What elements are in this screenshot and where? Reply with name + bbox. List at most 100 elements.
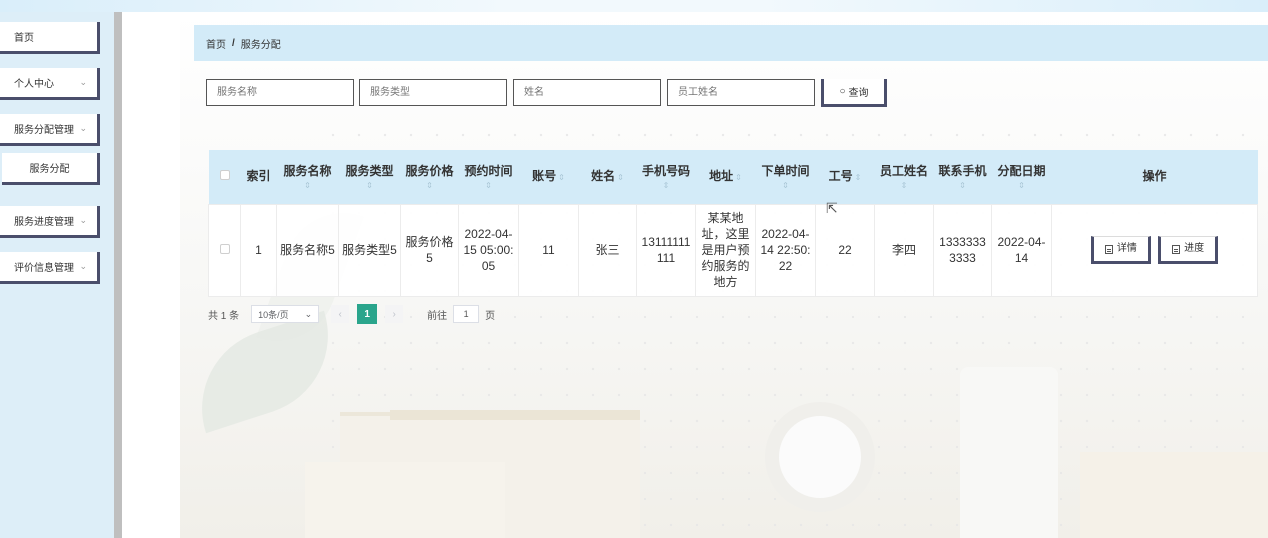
cell-service-type: 服务类型5	[338, 203, 401, 297]
breadcrumb-home[interactable]: 首页	[206, 36, 226, 51]
header-cell[interactable]: 工号 ⇕	[815, 150, 875, 204]
header-cell[interactable]: 员工姓名 ⇕	[874, 150, 934, 204]
sort-icon: ⇕	[959, 180, 966, 190]
mouse-cursor-icon: ⇱	[826, 200, 838, 216]
sort-icon: ⇕	[782, 180, 789, 190]
row-select[interactable]	[208, 203, 241, 297]
sidebar-gap	[122, 12, 180, 538]
header-cell: 操作	[1051, 150, 1258, 204]
cell-address: 某某地址，这里是用户预约服务的地方	[695, 203, 756, 297]
sidebar-item-service-assign[interactable]: 服务分配	[2, 153, 100, 185]
service-type-input[interactable]	[359, 79, 507, 106]
header-cell[interactable]: 服务名称 ⇕	[276, 150, 339, 204]
detail-button[interactable]: 详情	[1090, 236, 1151, 264]
header-cell: 索引	[240, 150, 277, 204]
sidebar-item-personal-center[interactable]: 个人中心 ⌄	[0, 68, 100, 100]
chevron-down-icon: ⌄	[304, 308, 313, 319]
sort-icon: ⇕	[304, 180, 311, 190]
sort-icon: ⇕	[900, 180, 908, 190]
chevron-right-icon: ›	[392, 308, 396, 320]
background-cylinder	[960, 367, 1058, 538]
checkbox[interactable]	[219, 170, 230, 181]
pager-total: 共 1 条	[208, 310, 240, 322]
header-cell[interactable]: 分配日期 ⇕	[991, 150, 1052, 204]
sidebar: 首页 个人中心 ⌄ 服务分配管理 ⌄ 服务分配 服务进度管理 ⌄ 评价信息管理 …	[0, 12, 114, 538]
sort-icon: ⇕	[366, 180, 373, 190]
header-cell[interactable]: 账号 ⇕	[518, 150, 579, 204]
sort-icon: ⇕	[1018, 180, 1025, 190]
pager-goto-prefix: 前往	[427, 310, 448, 322]
header-select-all[interactable]	[208, 150, 241, 204]
sort-icon: ⇕	[854, 172, 862, 182]
header-cell[interactable]: 服务类型 ⇕	[338, 150, 401, 204]
main-content: 首页 / 服务分配 ○ 查询 索引 服务名称⇕ 服务类型⇕ 服务价格⇕ 预	[180, 12, 1268, 538]
sidebar-item-service-progress-mgmt[interactable]: 服务进度管理 ⌄	[0, 206, 100, 238]
cell-assign-date: 2022-04-14	[991, 203, 1052, 297]
cell-service-price: 服务价格5	[400, 203, 459, 297]
sidebar-item-label: 个人中心	[14, 79, 54, 90]
name-input[interactable]	[513, 79, 661, 106]
staff-name-input[interactable]	[667, 79, 815, 106]
data-table: 索引 服务名称 ⇕ 服务类型 ⇕ 服务价格 ⇕ 预约时间 ⇕ 账号 ⇕ 姓名 ⇕ 手机号码 ⇕…	[208, 150, 1258, 297]
sidebar-item-label: 评价信息管理	[14, 263, 74, 274]
sidebar-item-label: 服务分配管理	[14, 125, 74, 136]
sort-icon: ⇕	[426, 180, 433, 190]
cell-account: 11	[518, 203, 579, 297]
sort-icon: ⇕	[735, 172, 742, 182]
next-page-button[interactable]: ›	[385, 305, 404, 323]
pager-goto-suffix: 页	[485, 310, 496, 322]
header-cell[interactable]: 下单时间 ⇕	[755, 150, 816, 204]
chevron-down-icon: ⌄	[79, 261, 87, 271]
breadcrumb-current: 服务分配	[240, 39, 281, 51]
table-header-row: 索引 服务名称 ⇕ 服务类型 ⇕ 服务价格 ⇕ 预约时间 ⇕ 账号 ⇕ 姓名 ⇕ 手机号码 ⇕…	[208, 150, 1258, 204]
chevron-down-icon: ⌄	[79, 215, 87, 225]
document-icon	[1104, 244, 1113, 254]
cell-staff-name: 李四	[874, 203, 934, 297]
sidebar-item-label: 首页	[14, 33, 34, 44]
cell-index: 1	[240, 203, 277, 297]
search-icon: ○	[839, 86, 846, 97]
query-button[interactable]: ○ 查询	[821, 79, 887, 107]
sidebar-item-home[interactable]: 首页	[0, 22, 100, 54]
service-name-input[interactable]	[206, 79, 354, 106]
chevron-left-icon: ‹	[338, 308, 342, 320]
pager-goto-input[interactable]: 1	[453, 305, 480, 323]
sidebar-item-label: 服务进度管理	[14, 217, 74, 228]
checkbox[interactable]	[219, 244, 230, 254]
cell-order-time: 2022-04-14 22:50:22	[755, 203, 816, 297]
table-row: 1 服务名称5 服务类型5 服务价格5 2022-04-15 05:00:05 …	[208, 203, 1258, 297]
sidebar-item-service-assign-mgmt[interactable]: 服务分配管理 ⌄	[0, 114, 100, 146]
cell-staff-no: 22	[815, 203, 875, 297]
sort-icon: ⇕	[662, 180, 670, 190]
page-number-current[interactable]: 1	[357, 304, 378, 324]
cell-name: 张三	[578, 203, 637, 297]
chevron-down-icon: ⌄	[79, 123, 87, 133]
header-cell[interactable]: 姓名 ⇕	[578, 150, 637, 204]
pagination: 共 1 条 10条/页 ⌄ ‹ 1 › 前往 1 页	[208, 304, 496, 324]
header-cell[interactable]: 预约时间 ⇕	[458, 150, 519, 204]
top-banner	[0, 0, 1268, 12]
prev-page-button[interactable]: ‹	[331, 305, 350, 323]
sort-icon: ⇕	[558, 172, 565, 182]
sort-icon: ⇕	[617, 172, 624, 182]
header-cell[interactable]: 服务价格 ⇕	[400, 150, 459, 204]
cell-actions: 详情 进度	[1051, 203, 1258, 297]
document-icon	[1172, 244, 1181, 254]
background-box	[1080, 452, 1268, 538]
progress-button[interactable]: 进度	[1158, 236, 1219, 264]
cell-service-name: 服务名称5	[276, 203, 339, 297]
cell-contact-phone: 13333333333	[933, 203, 992, 297]
cell-phone: 13111111111	[636, 203, 696, 297]
query-button-label: 查询	[848, 88, 869, 99]
sort-icon: ⇕	[485, 180, 492, 190]
sidebar-item-review-mgmt[interactable]: 评价信息管理 ⌄	[0, 252, 100, 284]
page-size-select[interactable]: 10条/页 ⌄	[251, 305, 320, 323]
background-disc	[765, 402, 875, 512]
breadcrumb-separator: /	[232, 37, 235, 49]
sidebar-scrollbar[interactable]	[114, 12, 122, 538]
header-cell[interactable]: 手机号码 ⇕	[636, 150, 696, 204]
header-cell[interactable]: 联系手机 ⇕	[933, 150, 992, 204]
breadcrumb: 首页 / 服务分配	[194, 25, 1268, 61]
header-cell[interactable]: 地址 ⇕	[695, 150, 756, 204]
cell-appointment-time: 2022-04-15 05:00:05	[458, 203, 519, 297]
